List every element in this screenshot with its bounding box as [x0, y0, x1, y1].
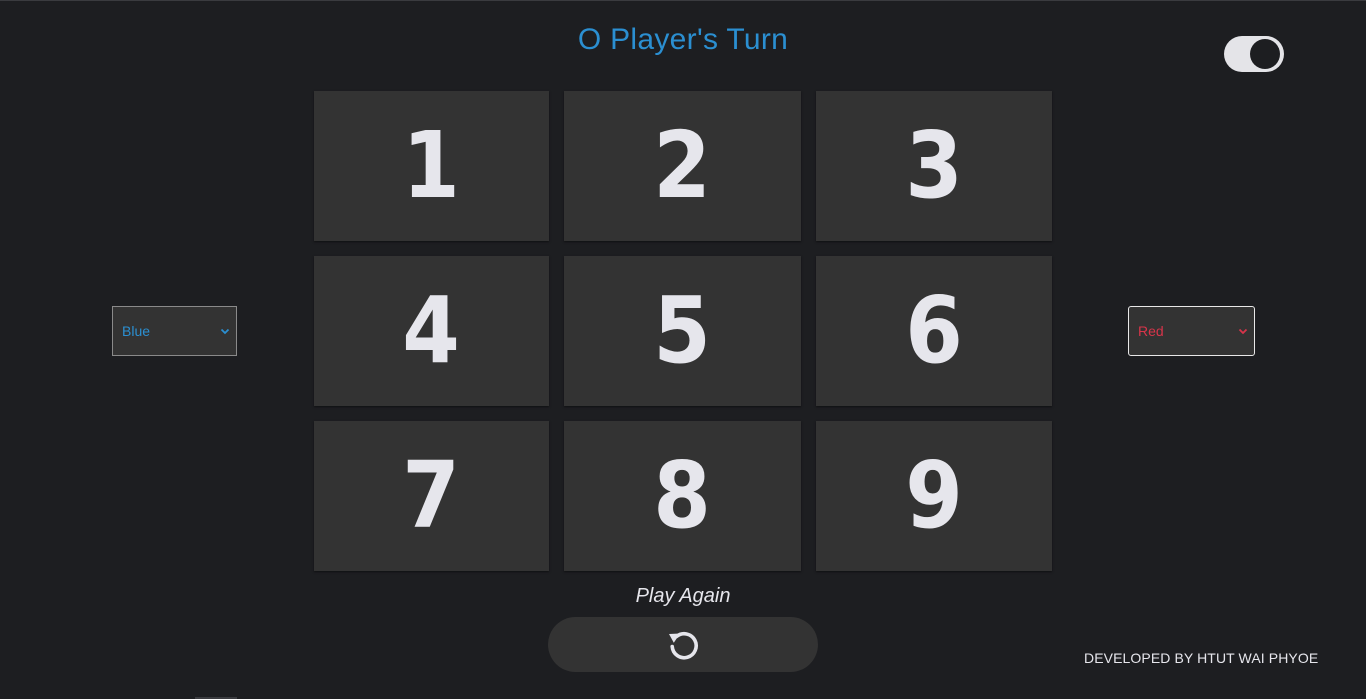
toggle-knob — [1250, 39, 1280, 69]
rotate-ccw-icon — [669, 631, 698, 659]
chevron-down-icon — [1238, 328, 1248, 335]
cell-number: 1 — [402, 112, 461, 219]
reset-button[interactable] — [548, 617, 818, 672]
cell-number: 2 — [653, 112, 712, 219]
board-cell-2[interactable]: 2 — [564, 91, 801, 241]
board-cell-6[interactable]: 6 — [816, 256, 1052, 406]
chevron-down-icon — [220, 328, 230, 335]
cell-number: 6 — [905, 277, 963, 384]
cell-number: 8 — [653, 442, 712, 549]
board-cell-7[interactable]: 7 — [314, 421, 549, 571]
board-cell-5[interactable]: 5 — [564, 256, 801, 406]
board-cell-1[interactable]: 1 — [314, 91, 549, 241]
player-o-color-value: Blue — [122, 323, 151, 339]
game-board: 1 2 3 4 5 6 7 8 9 — [314, 91, 1052, 571]
cell-number: 3 — [905, 112, 963, 219]
board-cell-9[interactable]: 9 — [816, 421, 1052, 571]
player-o-color-select[interactable]: Blue — [112, 306, 237, 356]
developer-credit: DEVELOPED BY HTUT WAI PHYOE — [1084, 650, 1319, 666]
player-x-color-select[interactable]: Red — [1128, 306, 1255, 356]
cell-number: 7 — [402, 442, 461, 549]
cell-number: 9 — [905, 442, 963, 549]
cell-number: 4 — [402, 277, 461, 384]
play-again-label: Play Again — [635, 585, 731, 607]
player-x-color-value: Red — [1138, 323, 1164, 339]
board-cell-3[interactable]: 3 — [816, 91, 1052, 241]
cell-number: 5 — [653, 277, 712, 384]
theme-toggle[interactable] — [1224, 36, 1284, 72]
board-cell-8[interactable]: 8 — [564, 421, 801, 571]
board-cell-4[interactable]: 4 — [314, 256, 549, 406]
turn-indicator: O Player's Turn — [577, 23, 789, 56]
